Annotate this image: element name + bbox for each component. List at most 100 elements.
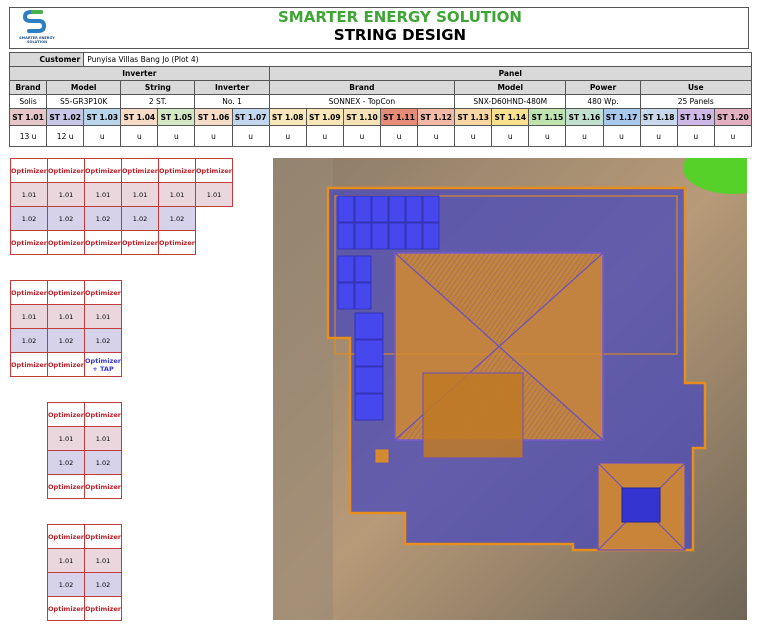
string-label-cell: ST 1.20 — [713, 108, 752, 126]
string-label-cell: ST 1.02 — [46, 108, 85, 126]
optimizer-value: 1.01 — [10, 304, 48, 329]
optimizer-value: 1.02 — [158, 206, 196, 231]
string-label-cell: ST 1.10 — [342, 108, 381, 126]
optimizer-label: Optimizer — [158, 158, 196, 183]
string-count-cell: u — [120, 125, 159, 147]
optimizer-value: 1.01 — [10, 182, 48, 207]
string-count-cell: 12 u — [46, 125, 85, 147]
optimizer-label: Optimizer — [121, 230, 159, 255]
header-panel-brand: Brand — [268, 80, 456, 95]
optimizer-tap-label: Optimizer + TAP — [84, 352, 122, 377]
optimizer-label: Optimizer — [47, 474, 85, 499]
optimizer-value: 1.01 — [47, 426, 85, 451]
optimizer-value: 1.01 — [84, 426, 122, 451]
optimizer-value: 1.02 — [84, 450, 122, 475]
roof-aerial-drawing — [273, 142, 757, 620]
string-label-cell: ST 1.09 — [305, 108, 344, 126]
empty-cell — [196, 207, 233, 231]
value-use: 25 Panels — [639, 94, 752, 109]
optimizer-label: Optimizer — [47, 596, 85, 621]
string-count-cell: u — [602, 125, 641, 147]
string-count-cell: u — [713, 125, 752, 147]
logo-s-icon — [22, 10, 47, 33]
optimizer-value: 1.01 — [47, 304, 85, 329]
optimizer-label: Optimizer — [121, 158, 159, 183]
string-label-cell: ST 1.11 — [379, 108, 419, 126]
optimizer-label: Optimizer — [158, 230, 196, 255]
string-count-row: 13 u 12 uuuuuuuuuuuuuuuuuuu — [8, 125, 752, 147]
optimizer-label: Optimizer — [47, 352, 85, 377]
string-count-cell: u — [342, 125, 381, 147]
value-model: S5-GR3P10K — [46, 94, 122, 109]
string-count-cell: u — [565, 125, 604, 147]
string-count-cell: u — [194, 125, 233, 147]
customer-label: Customer — [8, 52, 85, 67]
optimizer-label: Optimizer — [84, 402, 122, 427]
optimizer-value: 1.02 — [47, 206, 85, 231]
optimizer-value: 1.02 — [10, 328, 48, 353]
spec-table: Customer Punyisa Villas Bang Jo (Plot 4)… — [8, 52, 752, 147]
string-count-cell: u — [528, 125, 567, 147]
string-label-cell: ST 1.05 — [157, 108, 196, 126]
header-use: Use — [639, 80, 752, 95]
optimizer-label: Optimizer — [47, 524, 85, 549]
optimizer-value: 1.01 — [47, 548, 85, 573]
string-count-cell: u — [491, 125, 530, 147]
string-count-cell: u — [231, 125, 270, 147]
value-power: 480 Wp. — [565, 94, 641, 109]
optimizer-grid-4: Optimizer Optimizer 1.01 1.01 1.02 1.02 … — [47, 524, 122, 621]
optimizer-value: 1.02 — [47, 572, 85, 597]
optimizer-label: Optimizer — [84, 230, 122, 255]
optimizer-label: Optimizer — [10, 352, 48, 377]
optimizer-value: 1.01 — [158, 182, 196, 207]
string-label-cell: ST 1.12 — [417, 108, 456, 126]
optimizer-label: Optimizer — [47, 230, 85, 255]
optimizer-label: Optimizer — [84, 158, 122, 183]
company-logo: SMARTER ENERGY SOLUTION — [11, 9, 63, 47]
optimizer-value: 1.01 — [84, 182, 122, 207]
string-count-cell: u — [639, 125, 678, 147]
string-label-row: ST 1.01 ST 1.02 ST 1.03 ST 1.04 ST 1.05 ST 1.… — [8, 108, 752, 126]
roof-layout-image — [273, 142, 757, 620]
string-label-cell: ST 1.17 — [602, 108, 641, 126]
optimizer-label: Optimizer — [10, 280, 48, 305]
header-string: String — [120, 80, 196, 95]
header-inverter: Inverter — [194, 80, 270, 95]
string-count-cell: u — [676, 125, 715, 147]
optimizer-value: 1.01 — [47, 182, 85, 207]
section-inverter: Inverter — [9, 66, 270, 81]
value-panel-model: SNX-D60HND-480M — [454, 94, 567, 109]
optimizer-value: 1.01 — [84, 548, 122, 573]
logo-text: SMARTER ENERGY SOLUTION — [19, 36, 55, 44]
value-string: 2 ST. — [120, 94, 196, 109]
optimizer-grid-2: Optimizer Optimizer Optimizer 1.01 1.01 … — [10, 280, 122, 377]
string-label-cell: ST 1.15 — [528, 108, 567, 126]
string-label-cell: ST 1.18 — [639, 108, 678, 126]
optimizer-value: 1.02 — [84, 572, 122, 597]
optimizer-value: 1.01 — [121, 182, 159, 207]
string-label-cell: ST 1.03 — [83, 108, 122, 126]
header-model: Model — [46, 80, 122, 95]
string-label-cell: ST 1.07 — [231, 108, 270, 126]
string-count-cell: u — [83, 125, 122, 147]
header-power: Power — [565, 80, 641, 95]
string-label-cell: ST 1.16 — [565, 108, 604, 126]
optimizer-label: Optimizer — [195, 158, 233, 183]
optimizer-value: 1.02 — [121, 206, 159, 231]
string-count-cell: u — [305, 125, 344, 147]
optimizer-value: 1.02 — [47, 450, 85, 475]
string-label-cell: ST 1.08 — [268, 108, 307, 126]
optimizer-label: Optimizer — [84, 524, 122, 549]
string-count-cell: 13 u — [8, 125, 48, 147]
string-label-cell: ST 1.19 — [676, 108, 715, 126]
value-inverter: No. 1 — [194, 94, 270, 109]
optimizer-value: 1.02 — [47, 328, 85, 353]
section-panel: Panel — [268, 66, 752, 81]
document-title: STRING DESIGN — [333, 26, 467, 44]
optimizer-label: Optimizer — [10, 230, 48, 255]
string-count-cell: u — [454, 125, 493, 147]
optimizer-label: Optimizer — [47, 402, 85, 427]
optimizer-label: Optimizer — [47, 280, 85, 305]
string-count-cell: u — [417, 125, 456, 147]
string-count-cell: u — [379, 125, 419, 147]
